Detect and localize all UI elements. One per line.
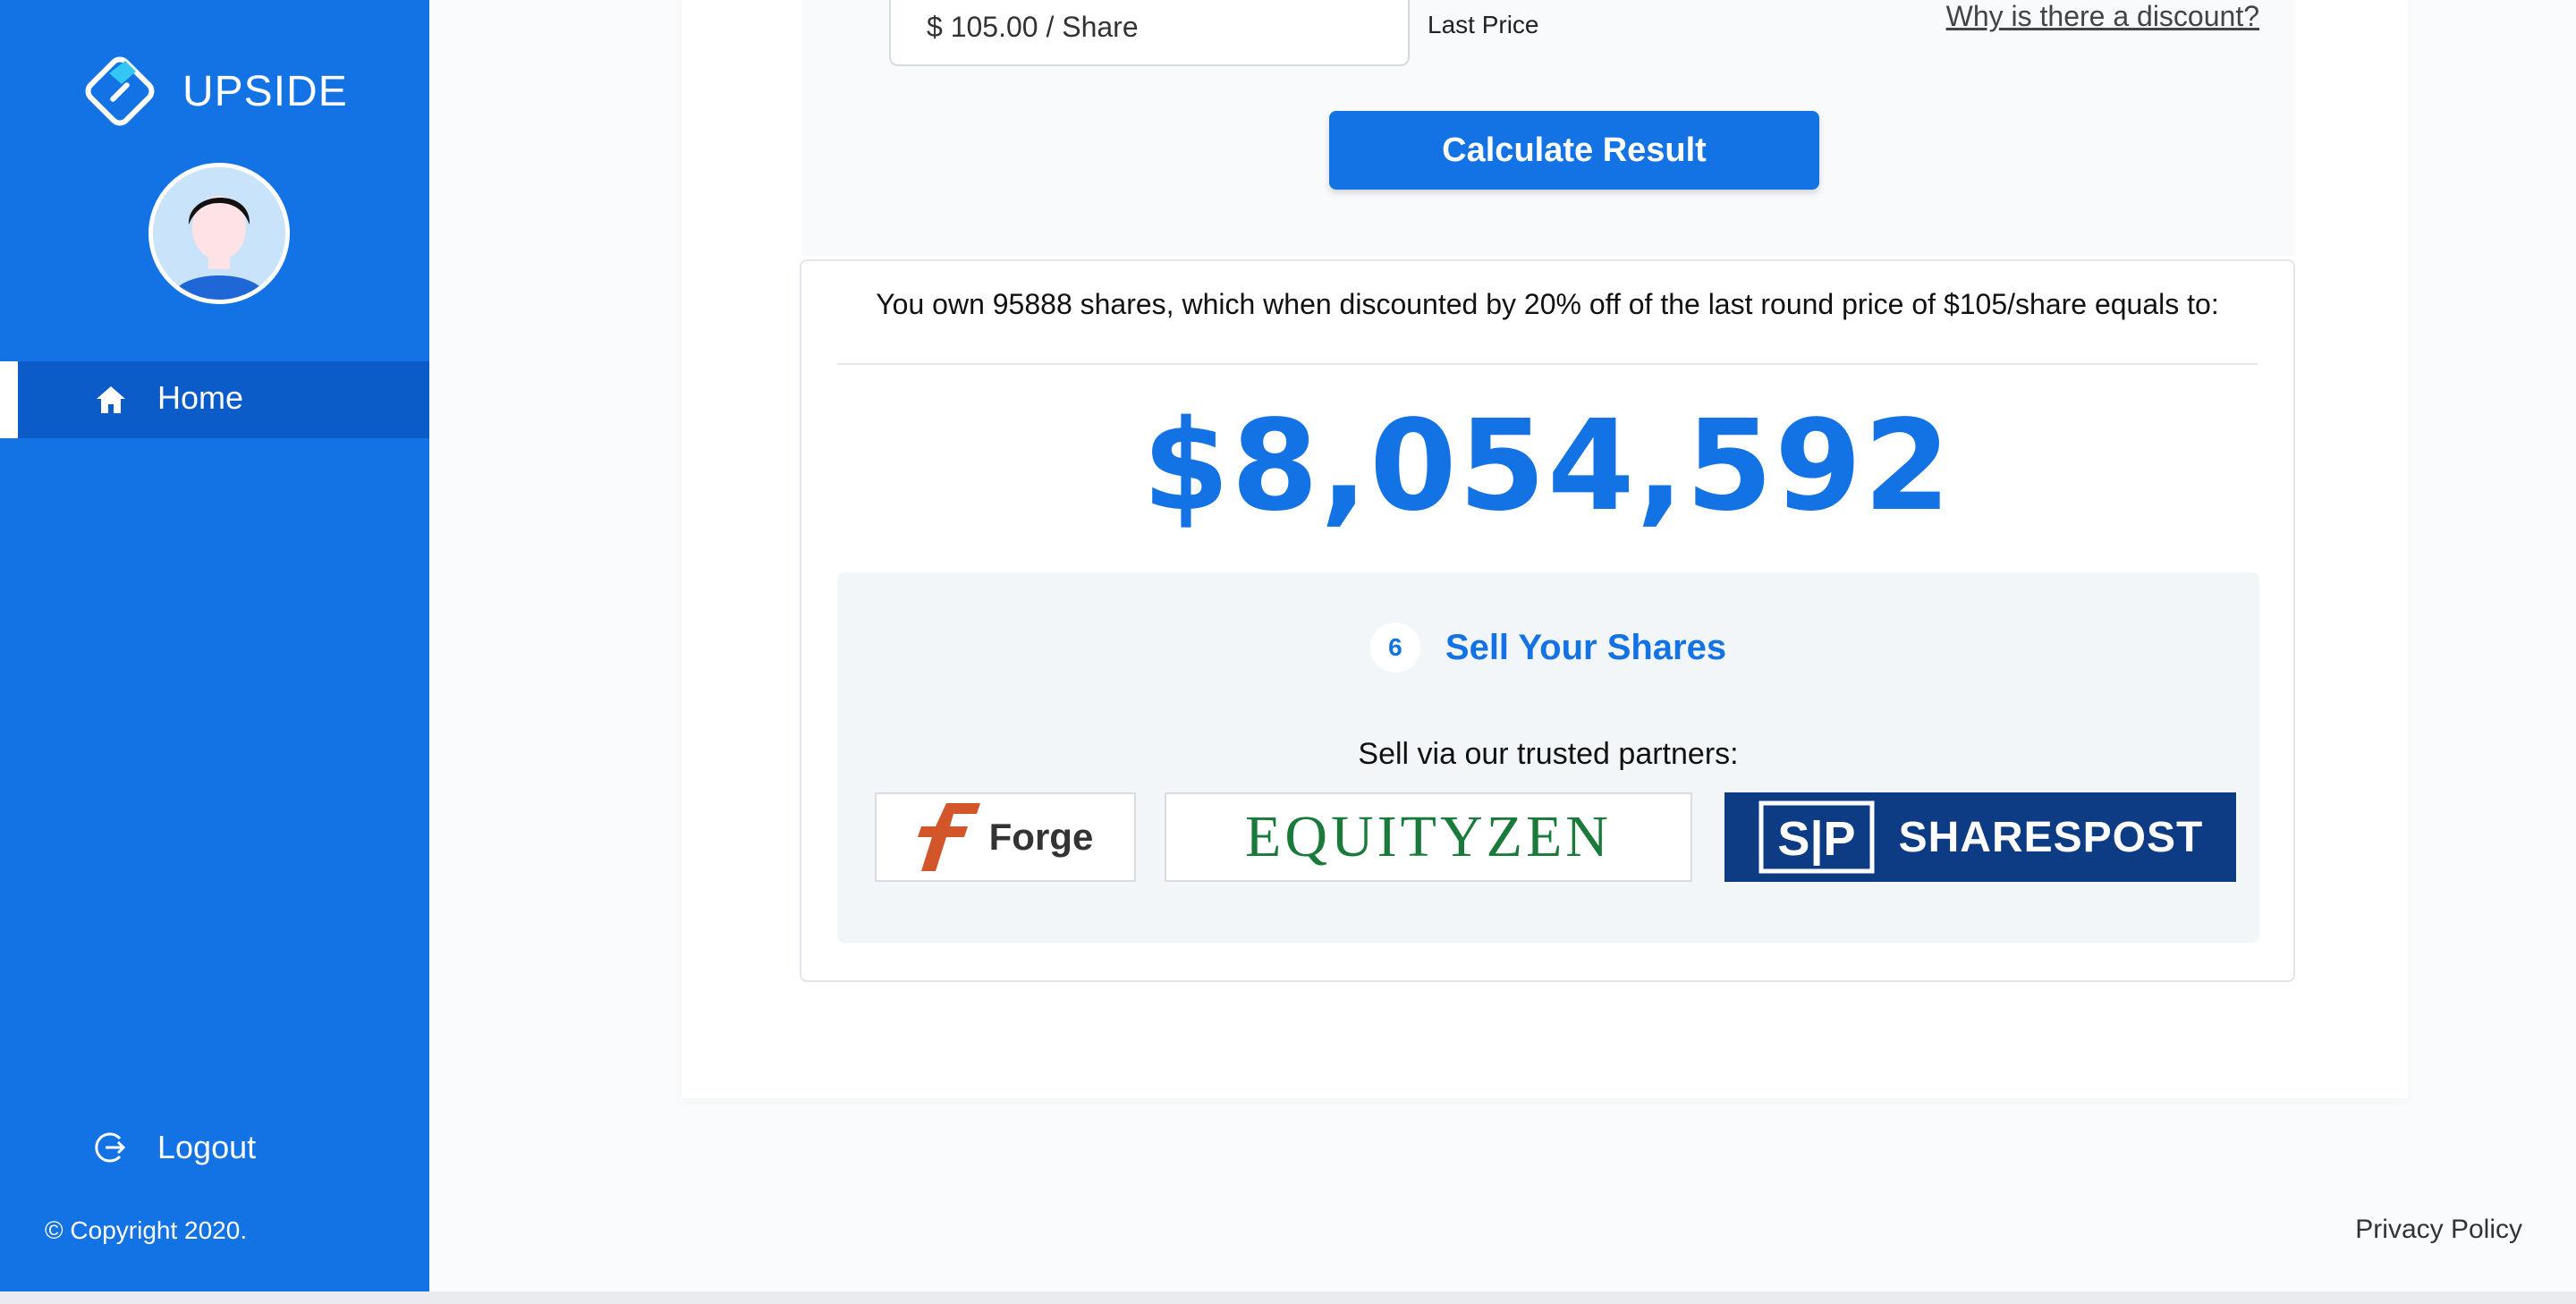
- partner-name: Forge: [988, 816, 1094, 858]
- step-title: Sell Your Shares: [1445, 627, 1727, 667]
- sidebar-item-label: Home: [157, 379, 244, 416]
- sidebar: UPSIDE Home Logout © Copyright 2020.: [0, 0, 429, 1304]
- partner-equityzen[interactable]: EQUITYZEN: [1165, 792, 1692, 882]
- logout-button[interactable]: Logout: [93, 1129, 256, 1166]
- calculate-result-button[interactable]: Calculate Result: [1329, 111, 1819, 190]
- step-header: 6 Sell Your Shares: [837, 622, 2259, 673]
- last-price-label: Last Price: [1428, 11, 1539, 38]
- bottom-strip: [0, 1291, 2576, 1304]
- equityzen-wordmark: EQUITYZEN: [1245, 804, 1612, 869]
- forge-logo-icon: [917, 803, 980, 871]
- user-avatar-icon: [153, 167, 285, 300]
- brand-name: UPSIDE: [182, 67, 348, 115]
- active-indicator: [0, 361, 18, 438]
- divider: [837, 363, 2258, 365]
- privacy-policy-link[interactable]: Privacy Policy: [2355, 1215, 2522, 1245]
- copyright: © Copyright 2020.: [45, 1216, 248, 1244]
- wallet-logo-icon: [85, 56, 155, 126]
- logout-label: Logout: [157, 1129, 257, 1165]
- discount-info-link[interactable]: Why is there a discount?: [1946, 0, 2259, 33]
- brand[interactable]: UPSIDE: [82, 54, 348, 129]
- result-amount: $8,054,592: [1142, 394, 1953, 539]
- home-icon: [97, 386, 125, 413]
- partner-forge[interactable]: Forge: [875, 792, 1136, 882]
- logout-icon: [95, 1132, 126, 1163]
- avatar[interactable]: [148, 163, 290, 304]
- sidebar-item-home[interactable]: Home: [0, 361, 429, 438]
- step-badge: 6: [1369, 622, 1420, 673]
- partner-name: SHARESPOST: [1898, 813, 2204, 861]
- svg-text:S|P: S|P: [1777, 812, 1855, 867]
- sell-panel: 6 Sell Your Shares Sell via our trusted …: [837, 572, 2259, 943]
- result-box: You own 95888 shares, which when discoun…: [800, 259, 2295, 982]
- result-summary: You own 95888 shares, which when discoun…: [876, 288, 2219, 320]
- last-price-input[interactable]: $ 105.00 / Share: [889, 0, 1410, 66]
- partners-subtitle: Sell via our trusted partners:: [1358, 737, 1739, 771]
- sharespost-logo-icon: S|P: [1758, 800, 1875, 874]
- partner-sharespost[interactable]: S|P SHARESPOST: [1724, 792, 2236, 882]
